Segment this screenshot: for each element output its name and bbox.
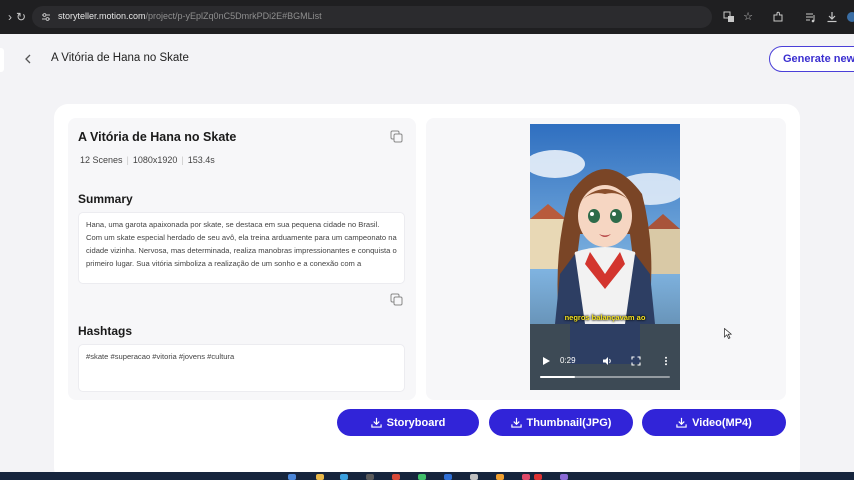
video-frame-image [530,124,680,390]
video-subtitle: negros balançavam ao [564,313,646,322]
extensions-icon[interactable] [772,11,784,23]
url-domain: storyteller.motion.com [58,11,146,21]
project-meta: 12 Scenes | 1080x1920 | 153.4s [80,155,215,165]
video-progress-fill [540,376,576,378]
taskbar-app-icon[interactable] [366,474,374,480]
video-time: 0:29 [560,356,576,365]
download-icon [676,417,687,428]
address-bar[interactable]: storyteller.motion.com/project/p-yEplZq0… [32,6,753,28]
mouse-cursor-icon [724,328,732,339]
taskbar-app-icon[interactable] [496,474,504,480]
volume-icon[interactable] [602,356,612,368]
summary-heading: Summary [78,192,133,206]
taskbar-app-icon[interactable] [288,474,296,480]
duration: 153.4s [187,155,215,165]
storyboard-label: Storyboard [386,416,446,429]
browser-toolbar: › ↻ storyteller.motion.com/project/p-yEp… [0,0,854,34]
download-thumbnail-button[interactable]: Thumbnail(JPG) [489,409,633,436]
download-video-button[interactable]: Video(MP4) [642,409,786,436]
hashtags-text[interactable]: #skate #superacao #vitoria #jovens #cult… [78,344,405,392]
copy-icon[interactable] [390,293,403,306]
url-text: storyteller.motion.com/project/p-yEplZq0… [58,11,322,21]
video-preview-panel: negros balançavam ao 0:29 [426,118,786,400]
media-icon[interactable] [805,11,817,23]
play-icon[interactable] [541,356,551,368]
taskbar-app-icon[interactable] [316,474,324,480]
download-icon [370,417,382,428]
sidebar-edge [0,48,4,72]
back-icon[interactable] [22,51,36,67]
thumbnail-label: Thumbnail(JPG) [526,416,612,429]
reload-icon[interactable]: ↻ [13,9,29,25]
hashtags-heading: Hashtags [78,324,133,338]
site-settings-icon[interactable] [41,12,51,22]
summary-text[interactable]: Hana, uma garota apaixonada por skate, s… [78,212,405,284]
project-title: A Vitória de Hana no Skate [78,130,237,144]
taskbar-app-icon[interactable] [522,474,530,480]
taskbar-app-icon[interactable] [392,474,400,480]
more-icon[interactable] [661,356,671,368]
download-storyboard-button[interactable]: Storyboard [337,409,479,436]
video-progress-bar[interactable] [540,376,670,378]
profile-icon[interactable] [846,11,854,23]
project-info-panel: A Vitória de Hana no Skate 12 Scenes | 108… [68,118,416,400]
taskbar-app-icon[interactable] [534,474,542,480]
os-taskbar [0,472,854,480]
project-card: A Vitória de Hana no Skate 12 Scenes | 108… [54,104,800,480]
taskbar-app-icon[interactable] [418,474,426,480]
fullscreen-icon[interactable] [631,356,641,368]
taskbar-app-icon[interactable] [470,474,478,480]
taskbar-app-icon[interactable] [340,474,348,480]
download-icon[interactable] [826,11,838,23]
translate-icon[interactable] [723,11,735,23]
video-label: Video(MP4) [692,416,752,429]
copy-icon[interactable] [390,130,403,143]
url-path: /project/p-yEplZq0nC5DmrkPDi2E#BGMList [145,11,322,21]
taskbar-app-icon[interactable] [444,474,452,480]
star-icon[interactable]: ☆ [742,11,754,23]
app-page: A Vitória de Hana no Skate Generate new … [0,34,854,480]
download-icon [510,417,522,428]
scene-count: 12 Scenes [80,155,123,165]
taskbar-app-icon[interactable] [560,474,568,480]
resolution: 1080x1920 [132,155,178,165]
video-player[interactable]: negros balançavam ao 0:29 [530,124,680,390]
generate-new-button[interactable]: Generate new [769,46,854,72]
page-title: A Vitória de Hana no Skate [51,52,189,64]
